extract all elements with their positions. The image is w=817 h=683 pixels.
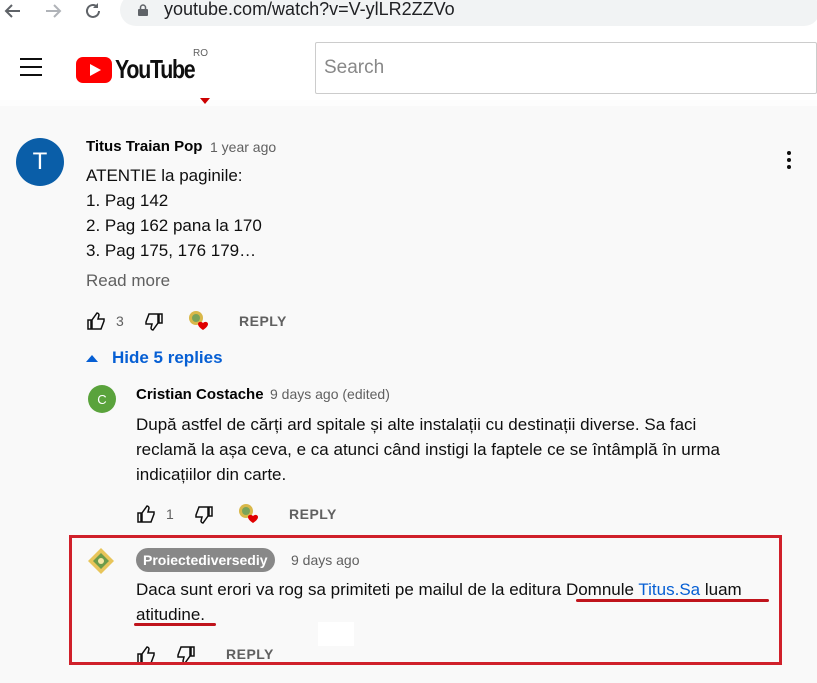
lock-icon: [138, 4, 148, 16]
red-caret-icon: [200, 98, 210, 104]
creator-heart-icon: [236, 501, 264, 534]
avatar-letter: C: [97, 391, 107, 407]
comment-timestamp[interactable]: 1 year ago: [210, 139, 276, 155]
logo-text: YouTube: [115, 54, 196, 84]
reply-timestamp[interactable]: 9 days ago (edited): [270, 386, 390, 402]
chevron-up-icon: [86, 354, 98, 362]
youtube-play-icon: [76, 56, 112, 83]
browser-toolbar: youtube.com/watch?v=V-ylLR2ZZVo: [0, 0, 817, 26]
comment-text-line: 1. Pag 142: [86, 191, 169, 210]
dislike-icon[interactable]: [144, 312, 164, 337]
avatar-letter: T: [32, 148, 48, 175]
like-count: 1: [166, 506, 174, 522]
dislike-icon[interactable]: [194, 505, 214, 530]
reply-button[interactable]: REPLY: [289, 506, 337, 522]
search-box[interactable]: [315, 42, 817, 94]
hamburger-menu-icon[interactable]: [20, 58, 42, 76]
reply-author[interactable]: Cristian Costache: [136, 386, 264, 403]
back-arrow-icon[interactable]: [2, 0, 24, 22]
reply-text-line: reclamă la așa ceva, e ca atunci când in…: [136, 440, 720, 459]
address-bar[interactable]: youtube.com/watch?v=V-ylLR2ZZVo: [120, 0, 817, 26]
like-count: 3: [116, 313, 124, 329]
more-options-icon[interactable]: [787, 151, 793, 171]
youtube-logo[interactable]: YouTube: [76, 54, 212, 85]
hide-replies-button[interactable]: Hide 5 replies: [86, 348, 223, 368]
comment-author[interactable]: Titus Traian Pop: [86, 138, 202, 155]
annotation-underline: [134, 623, 216, 626]
comment-text-line: 3. Pag 175, 176 179…: [86, 241, 257, 260]
reply-text-line: După astfel de cărți ard spitale și alte…: [136, 415, 697, 434]
read-more-link[interactable]: Read more: [86, 271, 170, 291]
region-code: RO: [193, 48, 208, 59]
url-text: youtube.com/watch?v=V-ylLR2ZZVo: [164, 0, 455, 19]
forward-arrow-icon[interactable]: [42, 0, 64, 22]
avatar[interactable]: C: [88, 385, 116, 413]
reload-icon[interactable]: [82, 0, 104, 22]
avatar[interactable]: T: [16, 138, 64, 186]
annotation-underline: [576, 599, 769, 602]
reply-text-line: indicațiilor din carte.: [136, 465, 287, 484]
hide-replies-label: Hide 5 replies: [112, 348, 223, 367]
comment-text-line: 2. Pag 162 pana la 170: [86, 216, 262, 235]
search-input[interactable]: [316, 43, 816, 93]
reply-button[interactable]: REPLY: [239, 313, 287, 329]
creator-heart-icon: [186, 308, 214, 341]
like-icon[interactable]: [86, 311, 106, 336]
like-icon[interactable]: [136, 504, 156, 529]
comment-text-line: ATENTIE la paginile:: [86, 166, 243, 185]
